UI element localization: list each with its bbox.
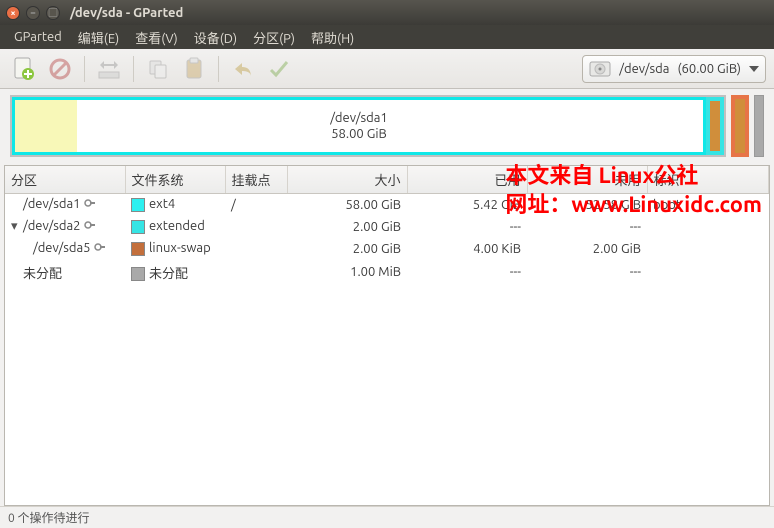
partition-graph-row: /dev/sda1 58.00 GiB [0, 89, 774, 165]
unused-cell: --- [527, 216, 647, 238]
window-minimize-button[interactable]: – [26, 6, 40, 20]
new-partition-button[interactable] [8, 53, 40, 85]
window-maximize-button[interactable]: ▢ [46, 6, 60, 20]
col-flags[interactable]: 标识 [647, 166, 769, 194]
flags-cell [647, 216, 769, 238]
graph-sda2-extended[interactable] [706, 97, 724, 155]
partition-graph[interactable]: /dev/sda1 58.00 GiB [10, 95, 726, 157]
disk-icon [589, 59, 611, 79]
graph-unallocated[interactable] [754, 95, 764, 157]
menu-partition[interactable]: 分区(P) [247, 26, 301, 49]
partition-name: /dev/sda1 [23, 197, 81, 211]
undo-icon [232, 59, 254, 79]
window-titlebar: × – ▢ /dev/sda - GParted [0, 0, 774, 25]
paste-icon [184, 57, 204, 81]
col-unused[interactable]: 未用 [527, 166, 647, 194]
chevron-down-icon [749, 66, 759, 72]
table-row[interactable]: /dev/sda1 ext4 /58.00 GiB5.42 GiB52.58 Gi… [5, 194, 769, 216]
mount-point [225, 216, 287, 238]
fs-name: ext4 [149, 197, 175, 211]
fs-name: extended [149, 219, 205, 233]
status-text: 0 个操作待进行 [8, 509, 90, 526]
size-cell: 1.00 MiB [287, 260, 407, 285]
copy-button[interactable] [142, 53, 174, 85]
col-used[interactable]: 已用 [407, 166, 527, 194]
delete-button[interactable] [44, 53, 76, 85]
lock-icon [84, 219, 98, 234]
lock-icon [84, 197, 98, 212]
partition-table: 分区 文件系统 挂载点 大小 已用 未用 标识 /dev/sda1 ext4/5… [4, 165, 770, 506]
fs-color-swatch [131, 267, 145, 281]
col-filesystem[interactable]: 文件系统 [125, 166, 225, 194]
table-row[interactable]: /dev/sda5 linux-swap 2.00 GiB4.00 KiB2.00… [5, 238, 769, 260]
menu-device[interactable]: 设备(D) [188, 26, 243, 49]
document-add-icon [13, 57, 35, 81]
menu-gparted[interactable]: GParted [8, 28, 68, 46]
flags-cell [647, 260, 769, 285]
mount-point [225, 238, 287, 260]
graph-part-name: /dev/sda1 [330, 110, 388, 126]
unused-cell: 52.58 GiB [527, 194, 647, 216]
lock-icon [94, 241, 108, 256]
fs-color-swatch [131, 220, 145, 234]
statusbar: 0 个操作待进行 [0, 506, 774, 528]
graph-swap-highlight[interactable] [731, 95, 749, 157]
table-header-row: 分区 文件系统 挂载点 大小 已用 未用 标识 [5, 166, 769, 194]
menu-help[interactable]: 帮助(H) [305, 26, 360, 49]
apply-button[interactable] [263, 53, 295, 85]
col-partition[interactable]: 分区 [5, 166, 125, 194]
size-cell: 2.00 GiB [287, 238, 407, 260]
window-close-button[interactable]: × [6, 6, 20, 20]
fs-color-swatch [131, 198, 145, 212]
fs-color-swatch [131, 242, 145, 256]
mount-point [225, 260, 287, 285]
mount-point: / [225, 194, 287, 216]
partition-name: 未分配 [23, 267, 62, 281]
graph-sda1[interactable]: /dev/sda1 58.00 GiB [12, 97, 706, 155]
partition-name: /dev/sda5 [33, 241, 91, 255]
menubar: GParted 编辑(E) 查看(V) 设备(D) 分区(P) 帮助(H) [0, 25, 774, 49]
undo-button[interactable] [227, 53, 259, 85]
size-cell: 58.00 GiB [287, 194, 407, 216]
used-cell: 5.42 GiB [407, 194, 527, 216]
device-name: /dev/sda [619, 62, 669, 76]
resize-icon [97, 59, 121, 79]
unused-cell: 2.00 GiB [527, 238, 647, 260]
col-mount[interactable]: 挂载点 [225, 166, 287, 194]
partition-name: /dev/sda2 [23, 219, 81, 233]
size-cell: 2.00 GiB [287, 216, 407, 238]
used-cell: --- [407, 216, 527, 238]
used-cell: --- [407, 260, 527, 285]
device-selector[interactable]: /dev/sda (60.00 GiB) [582, 55, 766, 83]
table-row[interactable]: 未分配未分配1.00 MiB------ [5, 260, 769, 285]
resize-button[interactable] [93, 53, 125, 85]
used-cell: 4.00 KiB [407, 238, 527, 260]
graph-part-size: 58.00 GiB [330, 126, 388, 142]
toolbar: /dev/sda (60.00 GiB) [0, 49, 774, 89]
device-size: (60.00 GiB) [677, 62, 741, 76]
menu-view[interactable]: 查看(V) [129, 26, 183, 49]
paste-button[interactable] [178, 53, 210, 85]
forbidden-icon [49, 58, 71, 80]
copy-icon [147, 58, 169, 80]
col-size[interactable]: 大小 [287, 166, 407, 194]
flags-cell [647, 238, 769, 260]
window-title: /dev/sda - GParted [70, 6, 183, 20]
fs-name: linux-swap [149, 241, 211, 255]
check-icon [268, 58, 290, 80]
fs-name: 未分配 [149, 267, 188, 281]
unused-cell: --- [527, 260, 647, 285]
table-row[interactable]: ▾/dev/sda2 extended2.00 GiB------ [5, 216, 769, 238]
flags-cell: boot [647, 194, 769, 216]
menu-edit[interactable]: 编辑(E) [72, 26, 125, 49]
